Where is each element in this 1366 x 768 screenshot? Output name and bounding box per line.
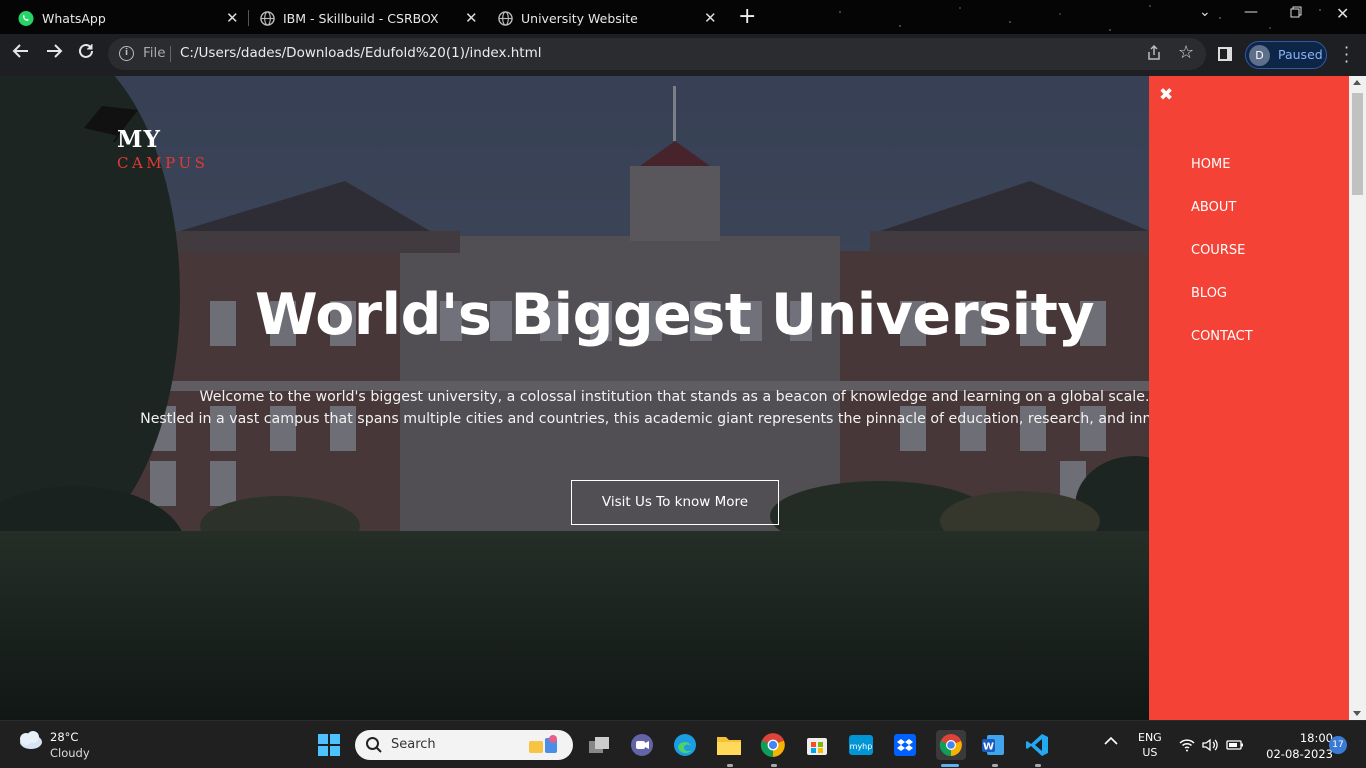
new-tab-button[interactable]: +	[738, 4, 756, 30]
search-label: Search	[391, 737, 436, 752]
weather-widget[interactable]: 28°C Cloudy	[16, 729, 90, 760]
tab-university-website[interactable]: University Website ✕	[497, 4, 722, 32]
profile-status: Paused	[1278, 47, 1323, 62]
chrome-icon[interactable]	[759, 731, 787, 759]
weather-condition: Cloudy	[50, 746, 90, 760]
tab-title: IBM - Skillbuild - CSRBOX	[283, 10, 439, 26]
edge-browser-icon[interactable]	[671, 731, 699, 759]
language-code: ENG	[1138, 731, 1162, 744]
url-text[interactable]: C:/Users/dades/Downloads/Edufold%20(1)/i…	[180, 45, 542, 61]
scroll-down-arrow-icon[interactable]	[1353, 711, 1361, 716]
teams-chat-icon[interactable]	[628, 731, 656, 759]
whatsapp-icon	[18, 10, 34, 26]
nav-link-course[interactable]: COURSE	[1191, 243, 1245, 258]
logo-text-campus[interactable]: CAMPUS	[117, 154, 208, 172]
task-view-icon[interactable]	[585, 731, 613, 759]
region-code: US	[1142, 746, 1158, 759]
nav-link-blog[interactable]: BLOG	[1191, 286, 1227, 301]
tab-search-icon[interactable]: ⌄	[1199, 4, 1211, 20]
side-navigation: ✖ HOME ABOUT COURSE BLOG CONTACT	[1149, 76, 1349, 720]
browser-tab-bar: WhatsApp ✕ IBM - Skillbuild - CSRBOX ✕ U…	[0, 0, 1366, 34]
tab-ibm-skillbuild[interactable]: IBM - Skillbuild - CSRBOX ✕	[259, 4, 484, 32]
vscode-icon[interactable]	[1023, 731, 1051, 759]
logo-text-my[interactable]: MY	[117, 126, 161, 153]
visit-us-button[interactable]: Visit Us To know More	[571, 480, 779, 525]
bookmark-star-icon[interactable]: ☆	[1178, 42, 1194, 63]
battery-icon[interactable]	[1225, 731, 1245, 759]
scroll-up-arrow-icon[interactable]	[1353, 80, 1361, 85]
volume-icon[interactable]	[1201, 731, 1219, 759]
tab-title: WhatsApp	[42, 10, 106, 26]
kebab-menu-icon[interactable]: · · ·	[1344, 40, 1349, 70]
tab-title: University Website	[521, 10, 638, 26]
svg-text:myhp: myhp	[850, 742, 873, 751]
running-indicator	[992, 764, 998, 767]
info-icon[interactable]: i	[119, 46, 134, 61]
myhp-icon[interactable]: myhp	[847, 731, 875, 759]
scheme-label: File	[143, 45, 166, 61]
word-icon[interactable]: W	[979, 731, 1007, 759]
close-tab-icon[interactable]: ✕	[704, 9, 717, 27]
file-explorer-icon[interactable]	[715, 731, 743, 759]
hero-title: World's Biggest University	[254, 282, 1095, 348]
nav-link-contact[interactable]: CONTACT	[1191, 329, 1253, 344]
minimize-icon[interactable]: —	[1244, 4, 1258, 20]
running-indicator	[771, 764, 777, 767]
hero-paragraph-line: Nestled in a vast campus that spans mult…	[140, 411, 1149, 427]
active-app-indicator	[941, 764, 959, 767]
taskbar-search[interactable]: Search	[355, 730, 573, 760]
chrome-profile-icon[interactable]	[936, 730, 966, 760]
tab-divider	[248, 10, 249, 26]
clock-time: 18:00	[1299, 731, 1333, 745]
svg-text:W: W	[983, 742, 994, 753]
browser-toolbar: i File C:/Users/dades/Downloads/Edufold%…	[0, 34, 1366, 76]
divider	[170, 46, 171, 62]
tab-whatsapp[interactable]: WhatsApp ✕	[18, 4, 243, 32]
restore-icon[interactable]	[1290, 6, 1302, 22]
avatar: D	[1249, 45, 1270, 66]
cloud-icon	[20, 731, 42, 749]
globe-icon	[259, 10, 275, 26]
clock-date: 02-08-2023	[1266, 747, 1333, 761]
hero-paragraph-line: Welcome to the world's biggest universit…	[199, 389, 1149, 405]
wifi-icon[interactable]	[1178, 731, 1196, 759]
page-scrollbar[interactable]	[1349, 76, 1366, 720]
scrollbar-thumb[interactable]	[1352, 93, 1363, 195]
search-highlight-icon	[529, 735, 557, 753]
chevron-up-icon[interactable]	[1104, 734, 1118, 750]
running-indicator	[727, 764, 733, 767]
notification-badge[interactable]: 17	[1329, 736, 1347, 754]
back-arrow-icon[interactable]	[9, 42, 33, 66]
close-tab-icon[interactable]: ✕	[226, 9, 239, 27]
share-icon[interactable]	[1146, 44, 1162, 65]
language-indicator[interactable]: ENG US	[1138, 730, 1162, 760]
web-page: MY CAMPUS World's Biggest University Wel…	[0, 76, 1366, 720]
windows-start-icon[interactable]	[315, 731, 343, 759]
globe-icon	[497, 10, 513, 26]
side-panel-icon[interactable]	[1218, 47, 1232, 61]
reload-icon[interactable]	[74, 42, 98, 66]
close-menu-icon[interactable]: ✖	[1159, 85, 1173, 105]
microsoft-store-icon[interactable]	[803, 731, 831, 759]
forward-arrow-icon[interactable]	[42, 42, 66, 66]
windows-taskbar: 28°C Cloudy Search myhp W ENG US 18:00 0…	[0, 720, 1366, 768]
nav-link-home[interactable]: HOME	[1191, 157, 1230, 172]
profile-button[interactable]: D Paused	[1245, 41, 1327, 69]
running-indicator	[1035, 764, 1041, 767]
dropbox-icon[interactable]	[891, 731, 919, 759]
close-window-icon[interactable]: ✕	[1336, 4, 1349, 23]
system-clock[interactable]: 18:00 02-08-2023	[1255, 730, 1333, 762]
nav-link-about[interactable]: ABOUT	[1191, 200, 1236, 215]
search-icon	[366, 737, 382, 753]
hero-section: MY CAMPUS World's Biggest University Wel…	[0, 76, 1149, 720]
hero-paragraph: Welcome to the world's biggest universit…	[0, 386, 1149, 430]
weather-temperature: 28°C	[50, 730, 79, 744]
close-tab-icon[interactable]: ✕	[465, 9, 478, 27]
address-bar[interactable]: i File C:/Users/dades/Downloads/Edufold%…	[108, 38, 1206, 70]
